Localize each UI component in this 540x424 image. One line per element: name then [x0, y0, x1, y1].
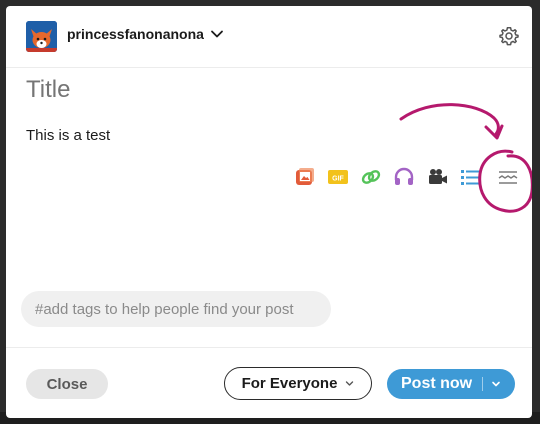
composer-footer: Close For Everyone Post now — [6, 347, 532, 418]
post-now-button[interactable]: Post now — [387, 369, 515, 399]
chevron-down-icon — [346, 381, 354, 386]
chevron-down-icon — [211, 30, 223, 38]
chevron-down-icon[interactable] — [491, 379, 501, 389]
photo-icon[interactable] — [294, 166, 316, 188]
headphones-icon[interactable] — [393, 166, 415, 188]
video-camera-icon[interactable] — [426, 166, 448, 188]
tags-input[interactable] — [21, 291, 331, 327]
post-now-label: Post now — [401, 375, 473, 392]
gear-icon[interactable] — [499, 26, 519, 46]
svg-text:GIF: GIF — [332, 176, 344, 183]
button-divider — [482, 377, 484, 391]
read-more-icon[interactable] — [497, 166, 519, 188]
audience-selector[interactable]: For Everyone — [224, 367, 372, 400]
link-icon[interactable] — [360, 166, 382, 188]
title-input[interactable] — [26, 76, 506, 104]
arrow-head-icon — [484, 124, 504, 140]
fox-avatar-icon — [26, 21, 57, 52]
gif-icon[interactable]: GIF — [327, 166, 349, 188]
composer-header: princessfanonanona — [6, 6, 532, 68]
audience-label: For Everyone — [241, 375, 338, 392]
list-icon[interactable] — [459, 166, 481, 188]
blog-switcher[interactable]: princessfanonanona — [67, 26, 224, 42]
post-body-text[interactable]: This is a test — [26, 127, 110, 144]
blog-name: princessfanonanona — [67, 26, 204, 42]
close-button[interactable]: Close — [26, 369, 108, 399]
avatar[interactable] — [26, 21, 57, 52]
post-composer: princessfanonanona This is a test GIF — [6, 6, 532, 418]
